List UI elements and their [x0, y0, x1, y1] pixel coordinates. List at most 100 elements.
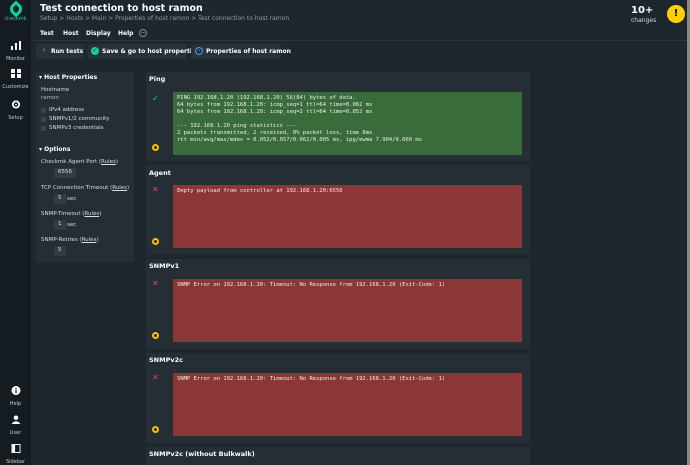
snmpv1-reload-icon[interactable]: [152, 332, 159, 339]
checkmk-logo[interactable]: checkmk: [3, 0, 28, 27]
page-title: Test connection to host ramon: [40, 3, 203, 14]
snmpv1-error-icon: ✕: [152, 279, 159, 288]
agent-port-input[interactable]: 6556: [54, 168, 76, 178]
snmp-timeout-label: SNMP-Timeout (Rules): [41, 211, 101, 217]
snmpv2c-title: SNMPv2c: [149, 356, 183, 364]
snmp-retries-label: SNMP-Retries (Rules): [41, 237, 99, 243]
menu-help[interactable]: Help: [118, 30, 133, 37]
save-goto-button[interactable]: ✓ Save & go to host properties: [87, 44, 200, 59]
agent-port-label: Checkmk Agent Port (Rules): [41, 159, 118, 165]
run-tests-label: Run tests: [51, 48, 84, 55]
section-divider: [146, 443, 530, 447]
nav-customize-label: Customize: [2, 84, 29, 90]
snmp-timeout-unit: sec: [67, 222, 77, 228]
settings-panel: ▾ Host Properties Hostname ramon IPv4 ad…: [36, 72, 134, 262]
agent-reload-icon[interactable]: [152, 238, 159, 245]
nav-user[interactable]: User: [0, 409, 31, 436]
tcp-timeout-paren: ): [127, 185, 130, 191]
warning-icon: !: [667, 5, 685, 23]
breadcrumb[interactable]: Setup > Hosts > Main > Properties of hos…: [40, 15, 289, 22]
nav-monitor[interactable]: Monitor: [0, 35, 31, 62]
options-section[interactable]: ▾ Options: [39, 146, 70, 153]
snmp-retries-paren: ): [96, 237, 99, 243]
host-properties-label: Properties of host ramon: [206, 48, 291, 55]
host-properties-section[interactable]: ▾ Host Properties: [39, 74, 97, 81]
ipv4-label: IPv4 address: [49, 107, 85, 113]
snmpv2c-output: SNMP Error on 192.168.1.20: Timeout: No …: [173, 373, 522, 436]
section-divider: [146, 255, 530, 259]
save-goto-label: Save & go to host properties: [102, 48, 200, 55]
properties-icon: ·: [195, 47, 203, 55]
menu-test[interactable]: Test: [40, 30, 54, 37]
top-bar: Test connection to host ramon Setup > Ho…: [31, 0, 690, 27]
changes-count: 10+: [631, 5, 654, 16]
menu-bar: Test Host Display Help −: [31, 27, 690, 41]
main-sidebar: checkmk Monitor Customize Setup Help Use…: [0, 0, 31, 465]
info-icon: [11, 386, 20, 395]
hostname-label: Hostname: [41, 87, 70, 93]
ping-output: PING 192.168.1.20 (192.168.1.20) 56(84) …: [173, 92, 522, 155]
snmpv2c-nobulk-title: SNMPv2c (without Bulkwalk): [149, 450, 255, 458]
sidebar-icon: [11, 444, 20, 453]
snmpv2c-reload-icon[interactable]: [152, 426, 159, 433]
nav-help[interactable]: Help: [0, 380, 31, 407]
agent-error-icon: ✕: [152, 185, 159, 194]
agent-port-rules-link[interactable]: Rules: [101, 159, 116, 165]
ping-reload-icon[interactable]: [152, 144, 159, 151]
ping-title: Ping: [149, 75, 166, 83]
tcp-timeout-label: TCP Connection Timeout (Rules): [41, 185, 129, 191]
run-tests-button[interactable]: ⚡ Run tests: [36, 44, 84, 59]
test-results-panel: Ping ✓ PING 192.168.1.20 (192.168.1.20) …: [146, 72, 530, 465]
snmp-timeout-rules-link[interactable]: Rules: [84, 211, 99, 217]
action-bar: ⚡ Run tests ✓ Save & go to host properti…: [31, 41, 690, 61]
agent-title: Agent: [149, 169, 171, 177]
snmpv12-checkbox[interactable]: [41, 117, 46, 122]
options-title: Options: [44, 146, 71, 153]
section-divider: [146, 349, 530, 353]
snmp-retries-text: SNMP-Retries (: [41, 237, 82, 243]
gear-icon: [11, 100, 20, 109]
nav-setup-label: Setup: [8, 115, 23, 121]
save-check-icon: ✓: [91, 47, 99, 55]
nav-sidebar[interactable]: Sidebar: [0, 438, 31, 465]
ipv4-checkbox[interactable]: [41, 108, 46, 113]
ping-ok-icon: ✓: [152, 94, 159, 103]
tcp-timeout-text: TCP Connection Timeout (: [41, 185, 113, 191]
bar-chart-icon: [10, 41, 21, 50]
nav-setup[interactable]: Setup: [0, 94, 31, 121]
lightning-icon: ⚡: [41, 47, 47, 54]
user-icon: [11, 415, 20, 424]
snmp-retries-input[interactable]: 5: [54, 246, 66, 256]
snmpv12-label: SNMPv1/2 community: [49, 116, 110, 122]
section-divider: [146, 161, 530, 165]
menu-host[interactable]: Host: [63, 30, 79, 37]
menu-display[interactable]: Display: [86, 30, 111, 37]
hostname-value: ramon: [41, 95, 59, 101]
nav-monitor-label: Monitor: [5, 56, 25, 62]
tcp-timeout-input[interactable]: 5: [54, 194, 66, 204]
nav-sidebar-label: Sidebar: [5, 459, 26, 465]
nav-customize[interactable]: Customize: [0, 63, 31, 90]
snmpv1-output: SNMP Error on 192.168.1.20: Timeout: No …: [173, 279, 522, 342]
snmp-timeout-input[interactable]: 1: [54, 220, 66, 230]
menu-collapse-icon[interactable]: −: [139, 29, 147, 37]
tcp-timeout-rules-link[interactable]: Rules: [112, 185, 127, 191]
changes-label: changes: [631, 17, 657, 24]
agent-output: Empty payload from controller at 192.168…: [173, 185, 522, 248]
snmpv3-checkbox[interactable]: [41, 126, 46, 131]
host-properties-button[interactable]: · Properties of host ramon: [191, 44, 291, 59]
pending-changes[interactable]: 10+ changes !: [627, 3, 687, 25]
snmpv1-title: SNMPv1: [149, 262, 180, 270]
snmpv2c-error-icon: ✕: [152, 373, 159, 382]
nav-help-label: Help: [9, 401, 22, 407]
snmp-retries-rules-link[interactable]: Rules: [82, 237, 97, 243]
agent-port-paren: ): [115, 159, 119, 165]
nav-user-label: User: [9, 430, 22, 436]
snmp-timeout-paren: ): [99, 211, 102, 217]
checkmk-logo-icon: [7, 0, 24, 18]
agent-port-text: Checkmk Agent Port (: [41, 159, 102, 165]
tcp-timeout-unit: sec: [67, 196, 77, 202]
host-properties-title: Host Properties: [44, 74, 98, 81]
grid-icon: [10, 69, 21, 78]
snmp-timeout-text: SNMP-Timeout (: [41, 211, 85, 217]
